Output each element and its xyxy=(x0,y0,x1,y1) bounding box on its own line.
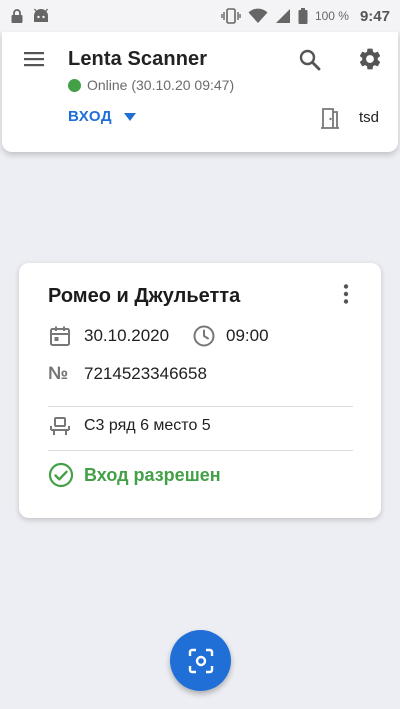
mode-label: ВХОД xyxy=(68,108,113,125)
search-icon xyxy=(299,49,321,71)
event-date-row: 30.10.2020 xyxy=(48,324,169,348)
menu-button[interactable] xyxy=(22,49,46,69)
ticket-card: Ромео и Джульетта 30.10.2020 09:00 № 721… xyxy=(19,263,381,518)
lock-icon xyxy=(10,8,24,24)
menu-icon xyxy=(24,52,44,67)
event-title: Ромео и Джульетта xyxy=(48,285,241,307)
settings-button[interactable] xyxy=(357,46,383,72)
divider xyxy=(48,406,353,407)
ticket-number: 7214523346658 xyxy=(84,363,207,383)
event-time: 09:00 xyxy=(226,326,269,345)
more-vert-icon xyxy=(343,284,349,304)
event-date: 30.10.2020 xyxy=(84,326,170,345)
mode-dropdown[interactable]: ВХОД xyxy=(68,108,137,125)
clock-icon xyxy=(193,325,215,347)
signal-icon xyxy=(275,8,291,24)
caret-down-icon xyxy=(124,112,137,121)
app-title: Lenta Scanner xyxy=(68,48,208,70)
online-indicator-icon xyxy=(68,78,81,92)
vibrate-icon xyxy=(221,8,241,24)
clock-time: 9:47 xyxy=(359,7,390,25)
status-bar: 100 % 9:47 xyxy=(0,0,400,32)
app-bar: Lenta Scanner Online (30.10.20 09:47) ВХ… xyxy=(2,32,398,152)
access-status-row: Вход разрешен xyxy=(48,462,221,488)
number-sign-icon: № xyxy=(48,363,69,383)
event-time-row: 09:00 xyxy=(192,324,269,348)
door-icon xyxy=(319,107,341,129)
battery-percent: 100 % xyxy=(314,9,349,23)
access-status: Вход разрешен xyxy=(84,464,221,485)
status-bar-right: 100 % 9:47 xyxy=(221,8,390,25)
seat-row: С3 ряд 6 место 5 xyxy=(48,414,211,438)
scan-icon xyxy=(188,648,213,673)
calendar-icon xyxy=(50,326,70,346)
connection-status: Online (30.10.20 09:47) xyxy=(68,77,234,93)
device-name: tsd xyxy=(359,109,380,126)
android-icon xyxy=(32,8,50,24)
connection-status-text: Online (30.10.20 09:47) xyxy=(87,77,235,93)
more-options-button[interactable] xyxy=(336,283,356,305)
status-bar-left xyxy=(10,8,50,24)
gear-icon xyxy=(359,48,381,70)
scan-button[interactable] xyxy=(170,630,231,691)
seat-info: С3 ряд 6 место 5 xyxy=(84,417,211,434)
search-button[interactable] xyxy=(297,47,323,73)
check-circle-icon xyxy=(48,462,74,488)
battery-icon xyxy=(298,8,308,24)
wifi-icon xyxy=(248,8,268,24)
divider xyxy=(48,450,353,451)
ticket-number-row: № 7214523346658 xyxy=(48,363,207,384)
seat-icon xyxy=(50,417,70,435)
